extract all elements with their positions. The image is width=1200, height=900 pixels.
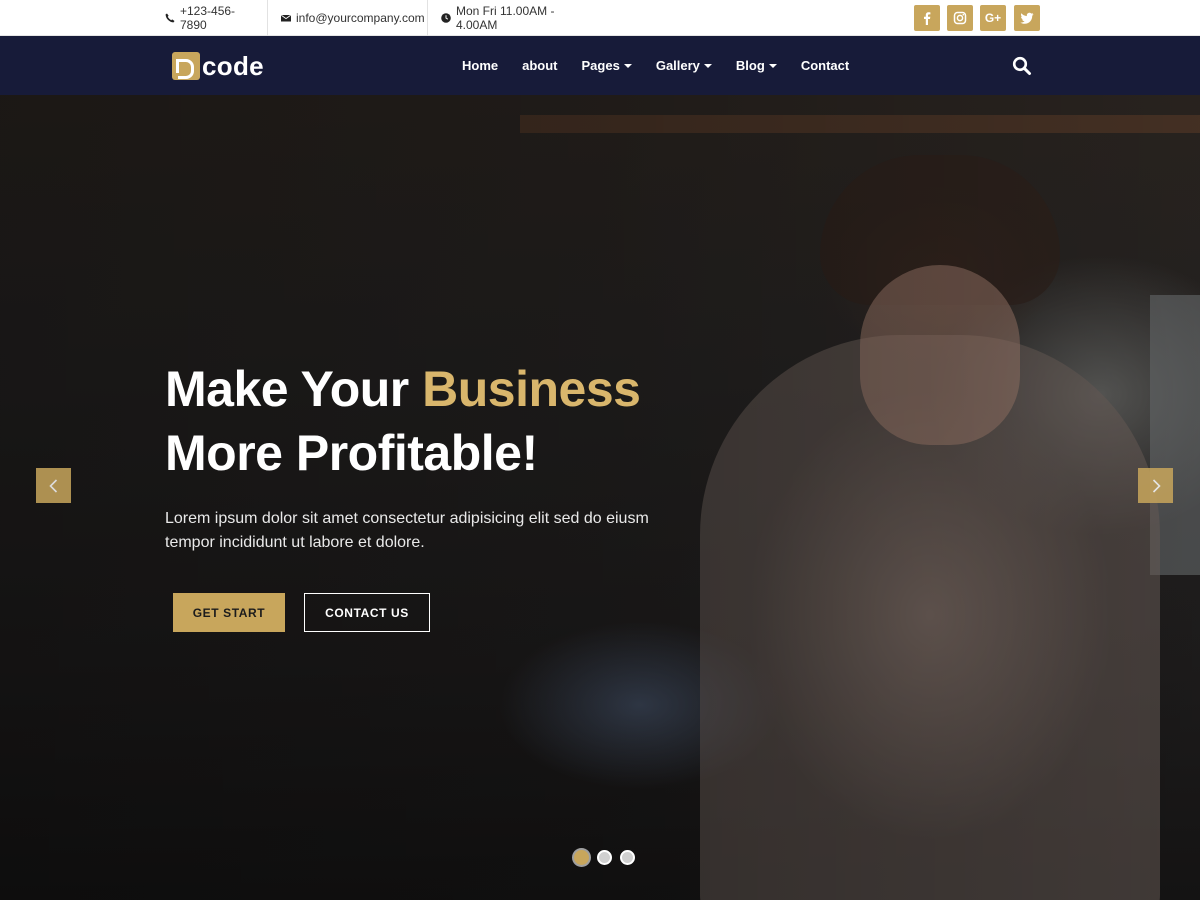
slider-next-button[interactable] — [1138, 468, 1173, 503]
chevron-down-icon — [623, 63, 632, 68]
nav-home-label: Home — [462, 58, 499, 73]
main-navbar: code Home about Pages Gallery Blog Conta… — [0, 36, 1200, 95]
facebook-button[interactable] — [914, 5, 940, 31]
envelope-icon — [281, 14, 291, 22]
chevron-left-icon — [48, 478, 57, 493]
google-plus-icon: G+ — [984, 11, 1002, 25]
nav-blog[interactable]: Blog — [736, 58, 777, 73]
twitter-button[interactable] — [1014, 5, 1040, 31]
nav-blog-label: Blog — [735, 58, 765, 73]
business-hours: Mon Fri 11.00AM - 4.00AM — [428, 0, 598, 36]
top-info-bar: +123-456-7890 info@yourcompany.com Mon F… — [0, 0, 1200, 36]
nav-pages[interactable]: Pages — [582, 58, 632, 73]
chevron-down-icon — [703, 63, 712, 68]
chevron-down-icon — [768, 63, 777, 68]
phone-text: +123-456-7890 — [180, 4, 236, 32]
search-icon — [1012, 56, 1031, 75]
facebook-icon — [924, 12, 931, 25]
twitter-icon — [1020, 12, 1034, 24]
contact-us-button[interactable]: CONTACT US — [304, 593, 430, 632]
nav-about-label: about — [522, 58, 558, 73]
slide-dot-1[interactable] — [574, 850, 589, 865]
google-plus-button[interactable]: G+ — [980, 5, 1006, 31]
logo-mark-icon — [172, 52, 200, 80]
hero-headline: Make Your Business More Profitable! — [165, 357, 785, 485]
phone-icon — [165, 13, 175, 23]
site-logo[interactable]: code — [172, 51, 264, 81]
nav-gallery-label: Gallery — [655, 58, 700, 73]
headline-part1: Make Your — [165, 361, 423, 417]
nav-home[interactable]: Home — [462, 58, 498, 73]
hero-subtext: Lorem ipsum dolor sit amet consectetur a… — [165, 510, 649, 551]
headline-line2: More Profitable! — [165, 425, 538, 481]
contact-email[interactable]: info@yourcompany.com — [268, 0, 428, 36]
nav-contact[interactable]: Contact — [801, 58, 849, 73]
nav-contact-label: Contact — [800, 58, 850, 73]
clock-icon — [441, 13, 451, 23]
instagram-button[interactable] — [947, 5, 973, 31]
logo-text: code — [202, 50, 264, 81]
slide-dot-3[interactable] — [620, 850, 635, 865]
hours-text: Mon Fri 11.00AM - 4.00AM — [456, 4, 555, 32]
headline-accent: Business — [422, 361, 641, 417]
contact-phone[interactable]: +123-456-7890 — [152, 0, 268, 36]
nav-pages-label: Pages — [581, 58, 620, 73]
chevron-right-icon — [1152, 478, 1161, 493]
nav-gallery[interactable]: Gallery — [656, 58, 712, 73]
slider-prev-button[interactable] — [36, 468, 71, 503]
get-start-button[interactable]: GET START — [173, 593, 285, 632]
nav-about[interactable]: about — [522, 58, 557, 73]
slide-dot-2[interactable] — [597, 850, 612, 865]
email-text: info@yourcompany.com — [296, 11, 425, 25]
slider-dots — [574, 850, 635, 865]
main-menu: Home about Pages Gallery Blog Contact — [462, 36, 873, 95]
hero-overlay — [0, 95, 1200, 900]
search-button[interactable] — [1012, 56, 1032, 76]
instagram-icon — [953, 11, 967, 25]
hero-slider: Make Your Business More Profitable! Lore… — [0, 95, 1200, 900]
